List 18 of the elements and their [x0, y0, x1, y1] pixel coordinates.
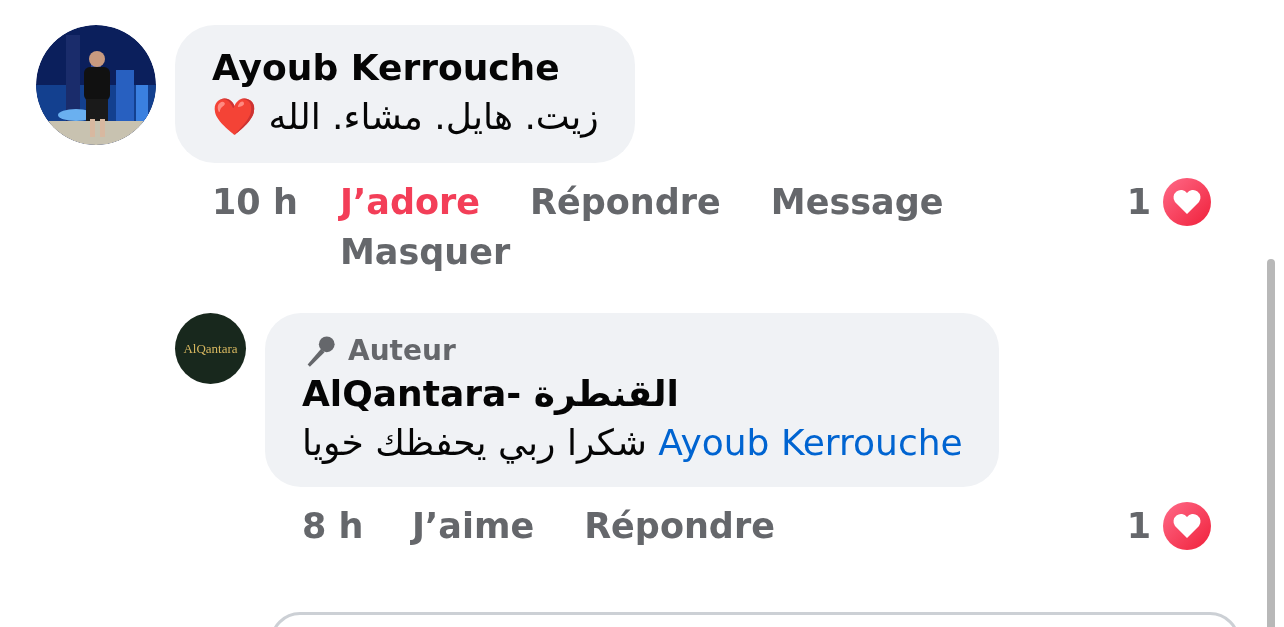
reaction-link[interactable]: J’aime — [412, 501, 535, 551]
action-link[interactable]: Masquer — [340, 227, 511, 277]
reaction-link[interactable]: J’adore — [340, 177, 481, 227]
timestamp: 10 h — [212, 181, 299, 224]
action-link[interactable]: Répondre — [530, 177, 721, 227]
comment-text: زيت. هايل. مشاء. الله ❤ — [212, 95, 599, 140]
action-link[interactable]: Message — [770, 177, 944, 227]
mention-link[interactable]: Ayoub Kerrouche — [658, 422, 963, 463]
scrollbar[interactable] — [1267, 259, 1275, 627]
avatar[interactable]: AlQantara — [175, 313, 246, 384]
author-label: Auteur — [348, 333, 456, 369]
reaction-count: 1 — [1126, 182, 1151, 222]
author-name[interactable]: AlQantara- القنطرة — [302, 371, 679, 417]
author-name[interactable]: Ayoub Kerrouche — [212, 45, 560, 91]
logo: AlQantara — [183, 340, 238, 357]
timestamp: 8 h — [302, 505, 365, 548]
reaction-count: 1 — [1126, 506, 1151, 546]
action-link[interactable]: Répondre — [584, 501, 775, 551]
